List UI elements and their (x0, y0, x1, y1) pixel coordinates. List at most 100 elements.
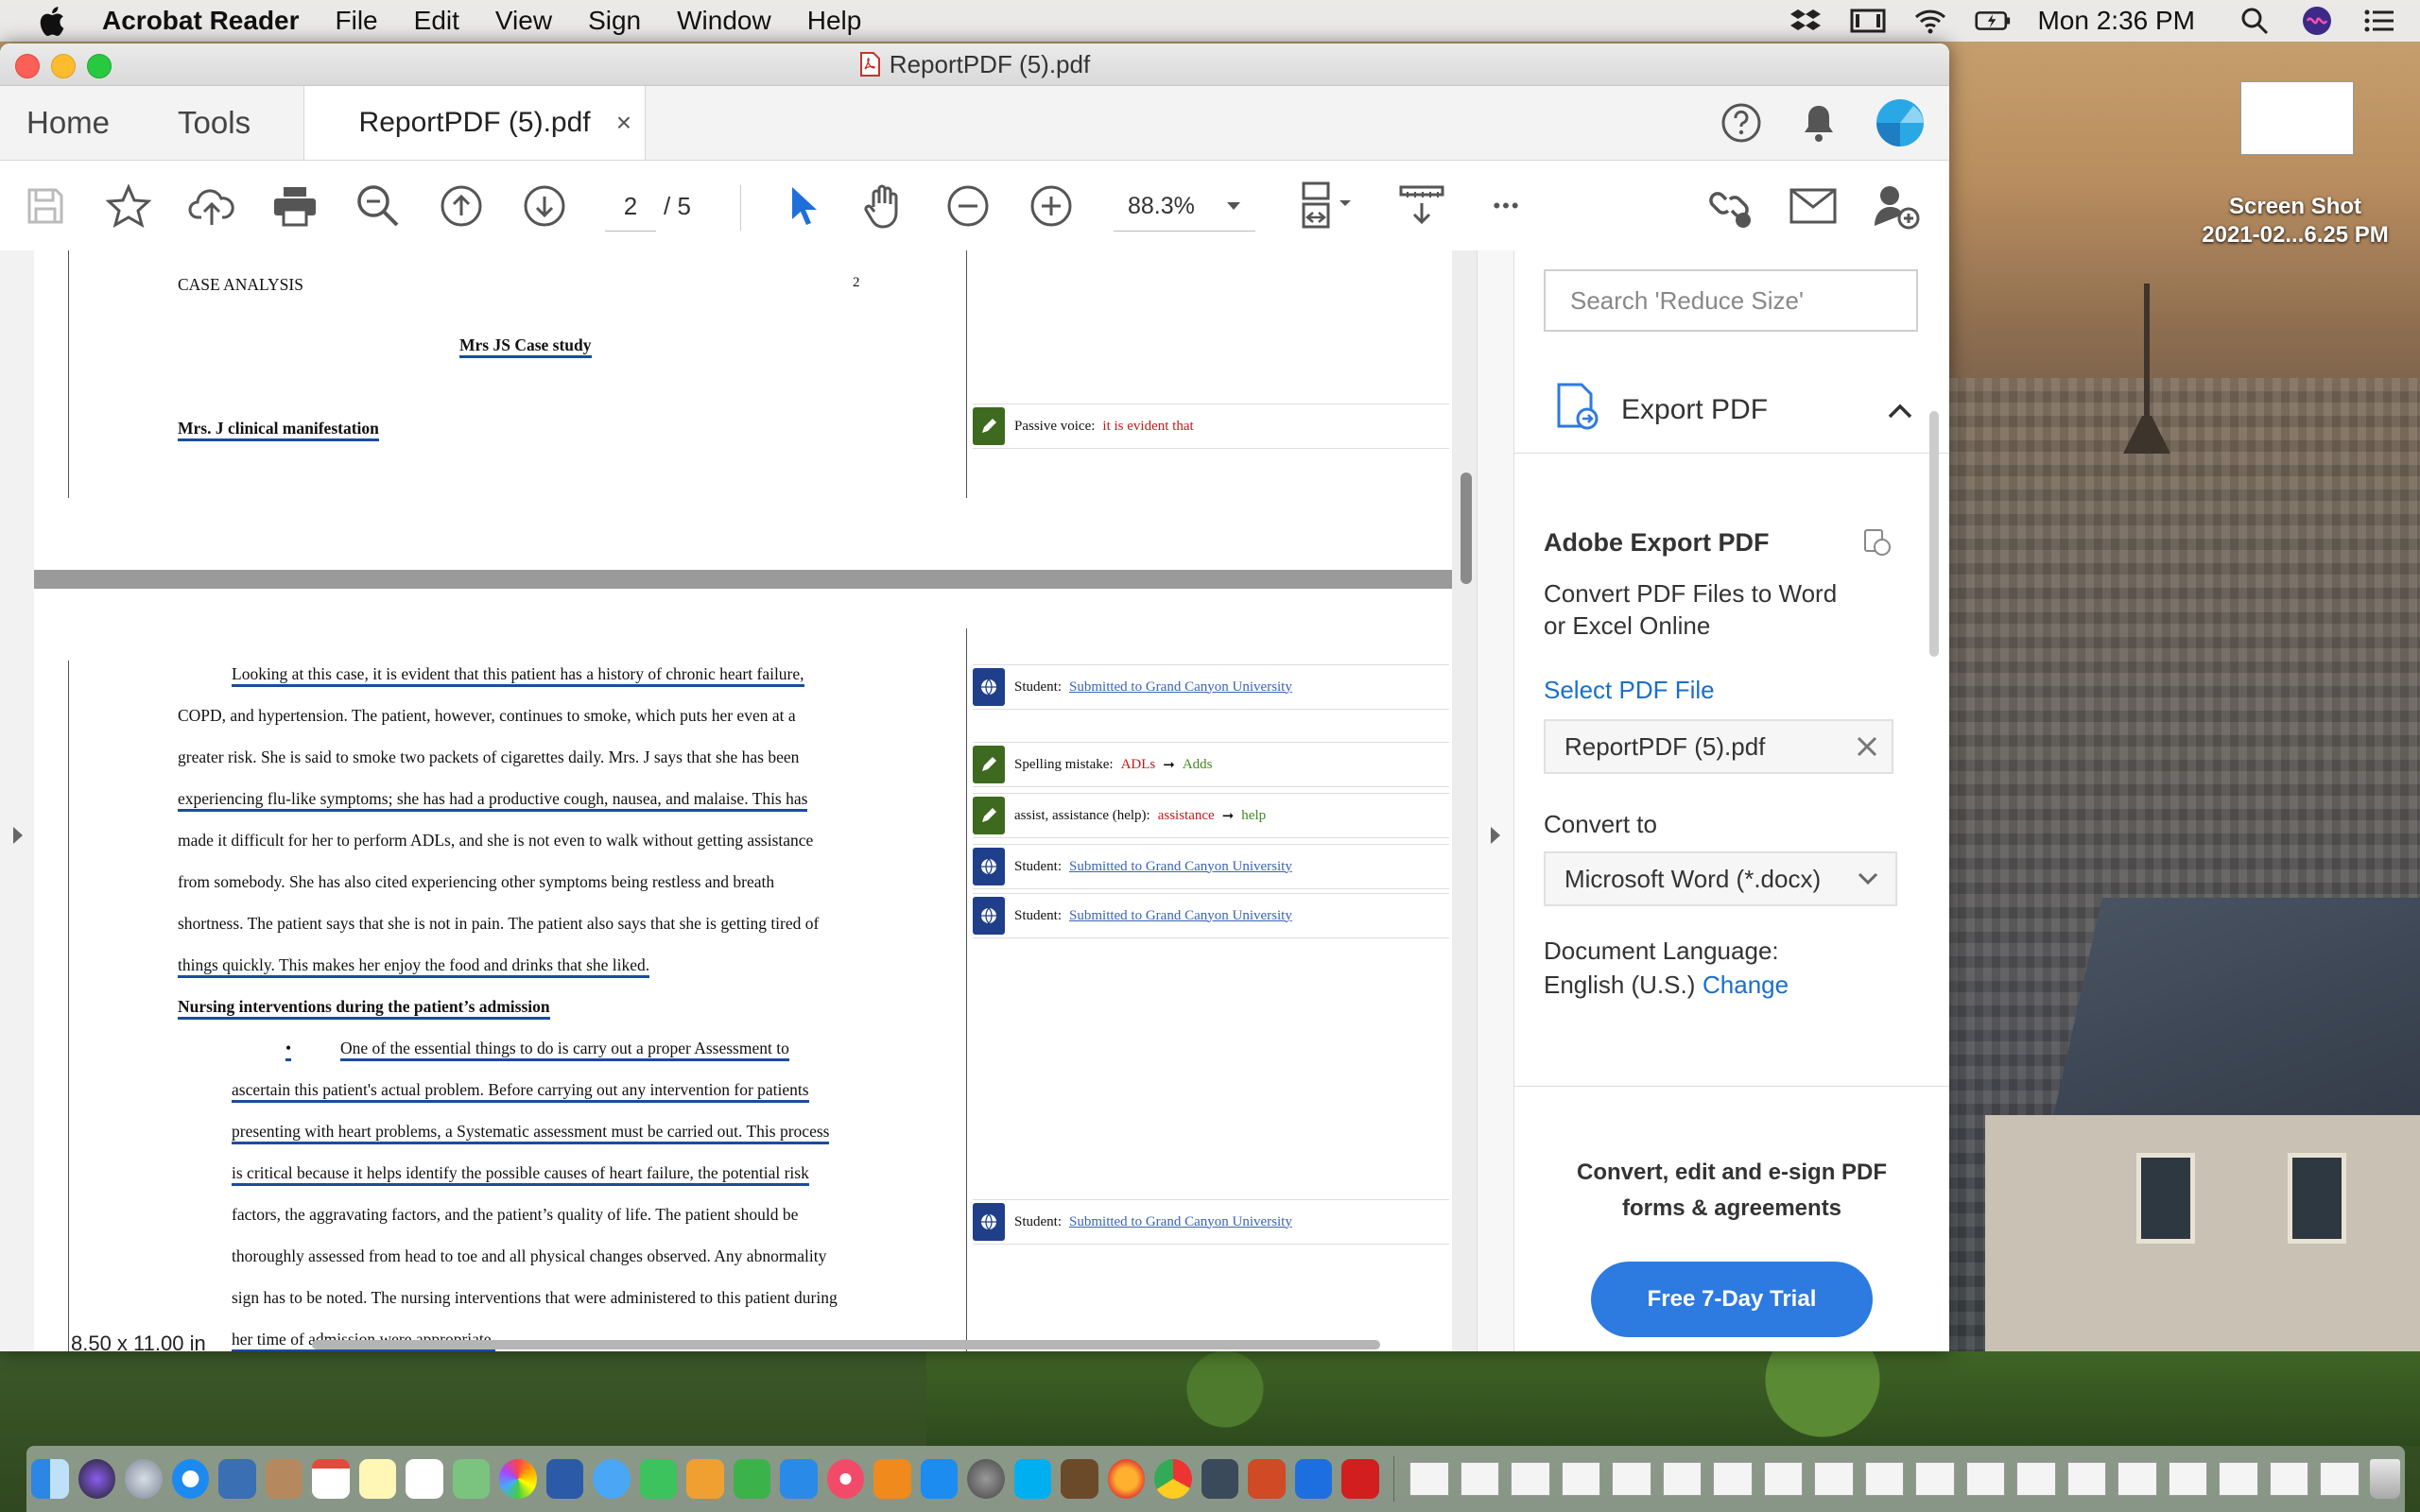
chrome-icon[interactable] (1154, 1459, 1192, 1499)
save-icon[interactable] (21, 181, 70, 231)
preview-icon[interactable] (218, 1459, 256, 1499)
comment-card[interactable]: assist, assistance (help): assistance ➞ he… (973, 793, 1449, 838)
page-number-input[interactable]: 2 (605, 181, 656, 232)
zoom-search-icon[interactable] (354, 181, 403, 231)
zoom-window-button[interactable] (87, 54, 112, 78)
window-titlebar[interactable]: ReportPDF (5).pdf (0, 43, 1949, 86)
notification-center-icon[interactable] (2361, 7, 2397, 35)
dropbox-icon[interactable] (1788, 7, 1824, 35)
menu-file[interactable]: File (336, 6, 378, 36)
selection-cursor-icon[interactable] (777, 181, 826, 231)
dock-document-thumbnail[interactable] (1612, 1462, 1651, 1496)
page-fit-icon[interactable] (1297, 181, 1363, 231)
menu-clock[interactable]: Mon 2:36 PM (2037, 6, 2195, 36)
comment-card[interactable]: Student: Submitted to Grand Canyon Univer… (973, 1199, 1449, 1245)
select-pdf-file-link[interactable]: Select PDF File (1544, 676, 1715, 705)
dock-document-thumbnail[interactable] (2066, 1462, 2107, 1496)
dock-document-thumbnail[interactable] (1864, 1462, 1905, 1496)
tab-home[interactable]: Home (0, 86, 136, 160)
print-icon[interactable] (270, 181, 320, 231)
left-panel-toggle[interactable] (0, 250, 35, 1351)
acrobat-icon[interactable] (1341, 1459, 1379, 1499)
document-viewport[interactable]: CASE ANALYSIS 2 Mrs JS Case study Mrs. J… (0, 250, 1477, 1351)
comment-source-link[interactable]: Submitted to Grand Canyon University (1069, 1214, 1292, 1230)
zoom-in-icon[interactable] (1027, 181, 1076, 231)
close-tab-icon[interactable]: × (616, 108, 631, 138)
panel-scrollbar[interactable] (1929, 411, 1939, 657)
spotlight-search-icon[interactable] (2237, 7, 2273, 35)
scroll-mode-icon[interactable] (1397, 181, 1446, 231)
dock-document-thumbnail[interactable] (2219, 1462, 2258, 1496)
dock-document-thumbnail[interactable] (1713, 1462, 1753, 1496)
menu-view[interactable]: View (495, 6, 552, 36)
dock-document-thumbnail[interactable] (1814, 1462, 1854, 1496)
email-envelope-icon[interactable] (1789, 181, 1838, 231)
comment-source-link[interactable]: Submitted to Grand Canyon University (1069, 679, 1292, 696)
numbers-icon[interactable] (733, 1459, 770, 1499)
free-trial-button[interactable]: Free 7-Day Trial (1591, 1262, 1873, 1337)
word-icon[interactable] (545, 1459, 583, 1499)
keynote-icon[interactable] (780, 1459, 818, 1499)
photos-icon[interactable] (499, 1459, 537, 1499)
tab-document[interactable]: ReportPDF (5).pdf × (303, 86, 647, 160)
notifications-bell-icon[interactable] (1800, 102, 1838, 144)
comment-card[interactable]: Student: Submitted to Grand Canyon Univer… (973, 893, 1449, 938)
dock-document-thumbnail[interactable] (1460, 1462, 1500, 1496)
horizontal-scrollbar[interactable] (312, 1340, 1380, 1349)
close-window-button[interactable] (15, 54, 40, 78)
menu-edit[interactable]: Edit (414, 6, 459, 36)
photo-booth-icon[interactable] (1201, 1459, 1238, 1499)
dock-document-thumbnail[interactable] (1763, 1462, 1804, 1496)
comment-card[interactable]: Student: Submitted to Grand Canyon Univer… (973, 664, 1449, 710)
siri-dock-icon[interactable] (78, 1459, 115, 1499)
bluetooth-icon[interactable] (1294, 1459, 1332, 1499)
menu-help[interactable]: Help (807, 6, 862, 36)
help-icon[interactable] (1720, 102, 1762, 144)
contacts-icon[interactable] (265, 1459, 302, 1499)
wifi-icon[interactable] (1912, 7, 1948, 35)
comment-suggestion[interactable]: help (1241, 808, 1266, 824)
clear-file-icon[interactable] (1856, 735, 1878, 758)
desktop-screenshot-file-label[interactable]: Screen Shot 2021-02...6.25 PM (2189, 193, 2401, 249)
collapse-right-panel-strip[interactable] (1478, 250, 1514, 1351)
comment-source-link[interactable]: Submitted to Grand Canyon University (1069, 859, 1292, 875)
battery-charging-icon[interactable] (1975, 7, 2011, 35)
collapse-right-panel-icon[interactable] (1489, 825, 1502, 846)
system-preferences-icon[interactable] (967, 1459, 1005, 1499)
user-avatar-icon[interactable] (1876, 98, 1925, 147)
maps-icon[interactable] (452, 1459, 490, 1499)
menu-sign[interactable]: Sign (588, 6, 641, 36)
safari-icon[interactable] (171, 1459, 209, 1499)
desktop-screenshot-file-icon[interactable] (2240, 81, 2354, 155)
zoom-level-dropdown[interactable]: 88.3% (1114, 181, 1255, 232)
calendar-icon[interactable] (312, 1459, 350, 1499)
pages-icon[interactable] (686, 1459, 724, 1499)
comment-card[interactable]: Student: Submitted to Grand Canyon Univer… (973, 844, 1449, 889)
screen-mirroring-icon[interactable] (1850, 7, 1886, 35)
add-user-icon[interactable] (1872, 181, 1921, 231)
previous-page-icon[interactable] (437, 181, 486, 231)
books-icon[interactable] (873, 1459, 911, 1499)
notes-icon[interactable] (358, 1459, 396, 1499)
panel-search-input[interactable]: Search 'Reduce Size' (1544, 269, 1918, 332)
selected-file-field[interactable]: ReportPDF (5).pdf (1544, 719, 1893, 774)
dock-document-thumbnail[interactable] (2118, 1462, 2157, 1496)
hand-tool-icon[interactable] (860, 181, 909, 231)
next-page-icon[interactable] (520, 181, 569, 231)
upload-cloud-icon[interactable] (187, 181, 236, 231)
expand-left-panel-icon[interactable] (11, 825, 25, 846)
bookmark-star-icon[interactable] (104, 181, 153, 231)
dock-document-thumbnail[interactable] (2016, 1462, 2056, 1496)
music-icon[interactable] (826, 1459, 864, 1499)
dock-document-thumbnail[interactable] (1915, 1462, 1955, 1496)
menu-app-name[interactable]: Acrobat Reader (102, 6, 300, 36)
zoom-out-icon[interactable] (943, 181, 993, 231)
messages-icon[interactable] (593, 1459, 631, 1499)
dictionary-icon[interactable] (1061, 1459, 1098, 1499)
minimize-window-button[interactable] (51, 54, 76, 78)
tab-tools[interactable]: Tools (136, 86, 277, 160)
dock-document-thumbnail[interactable] (1965, 1462, 2006, 1496)
change-language-link[interactable]: Change (1703, 971, 1789, 1000)
dock-document-thumbnail[interactable] (1561, 1462, 1601, 1496)
powerpoint-icon[interactable] (1248, 1459, 1286, 1499)
